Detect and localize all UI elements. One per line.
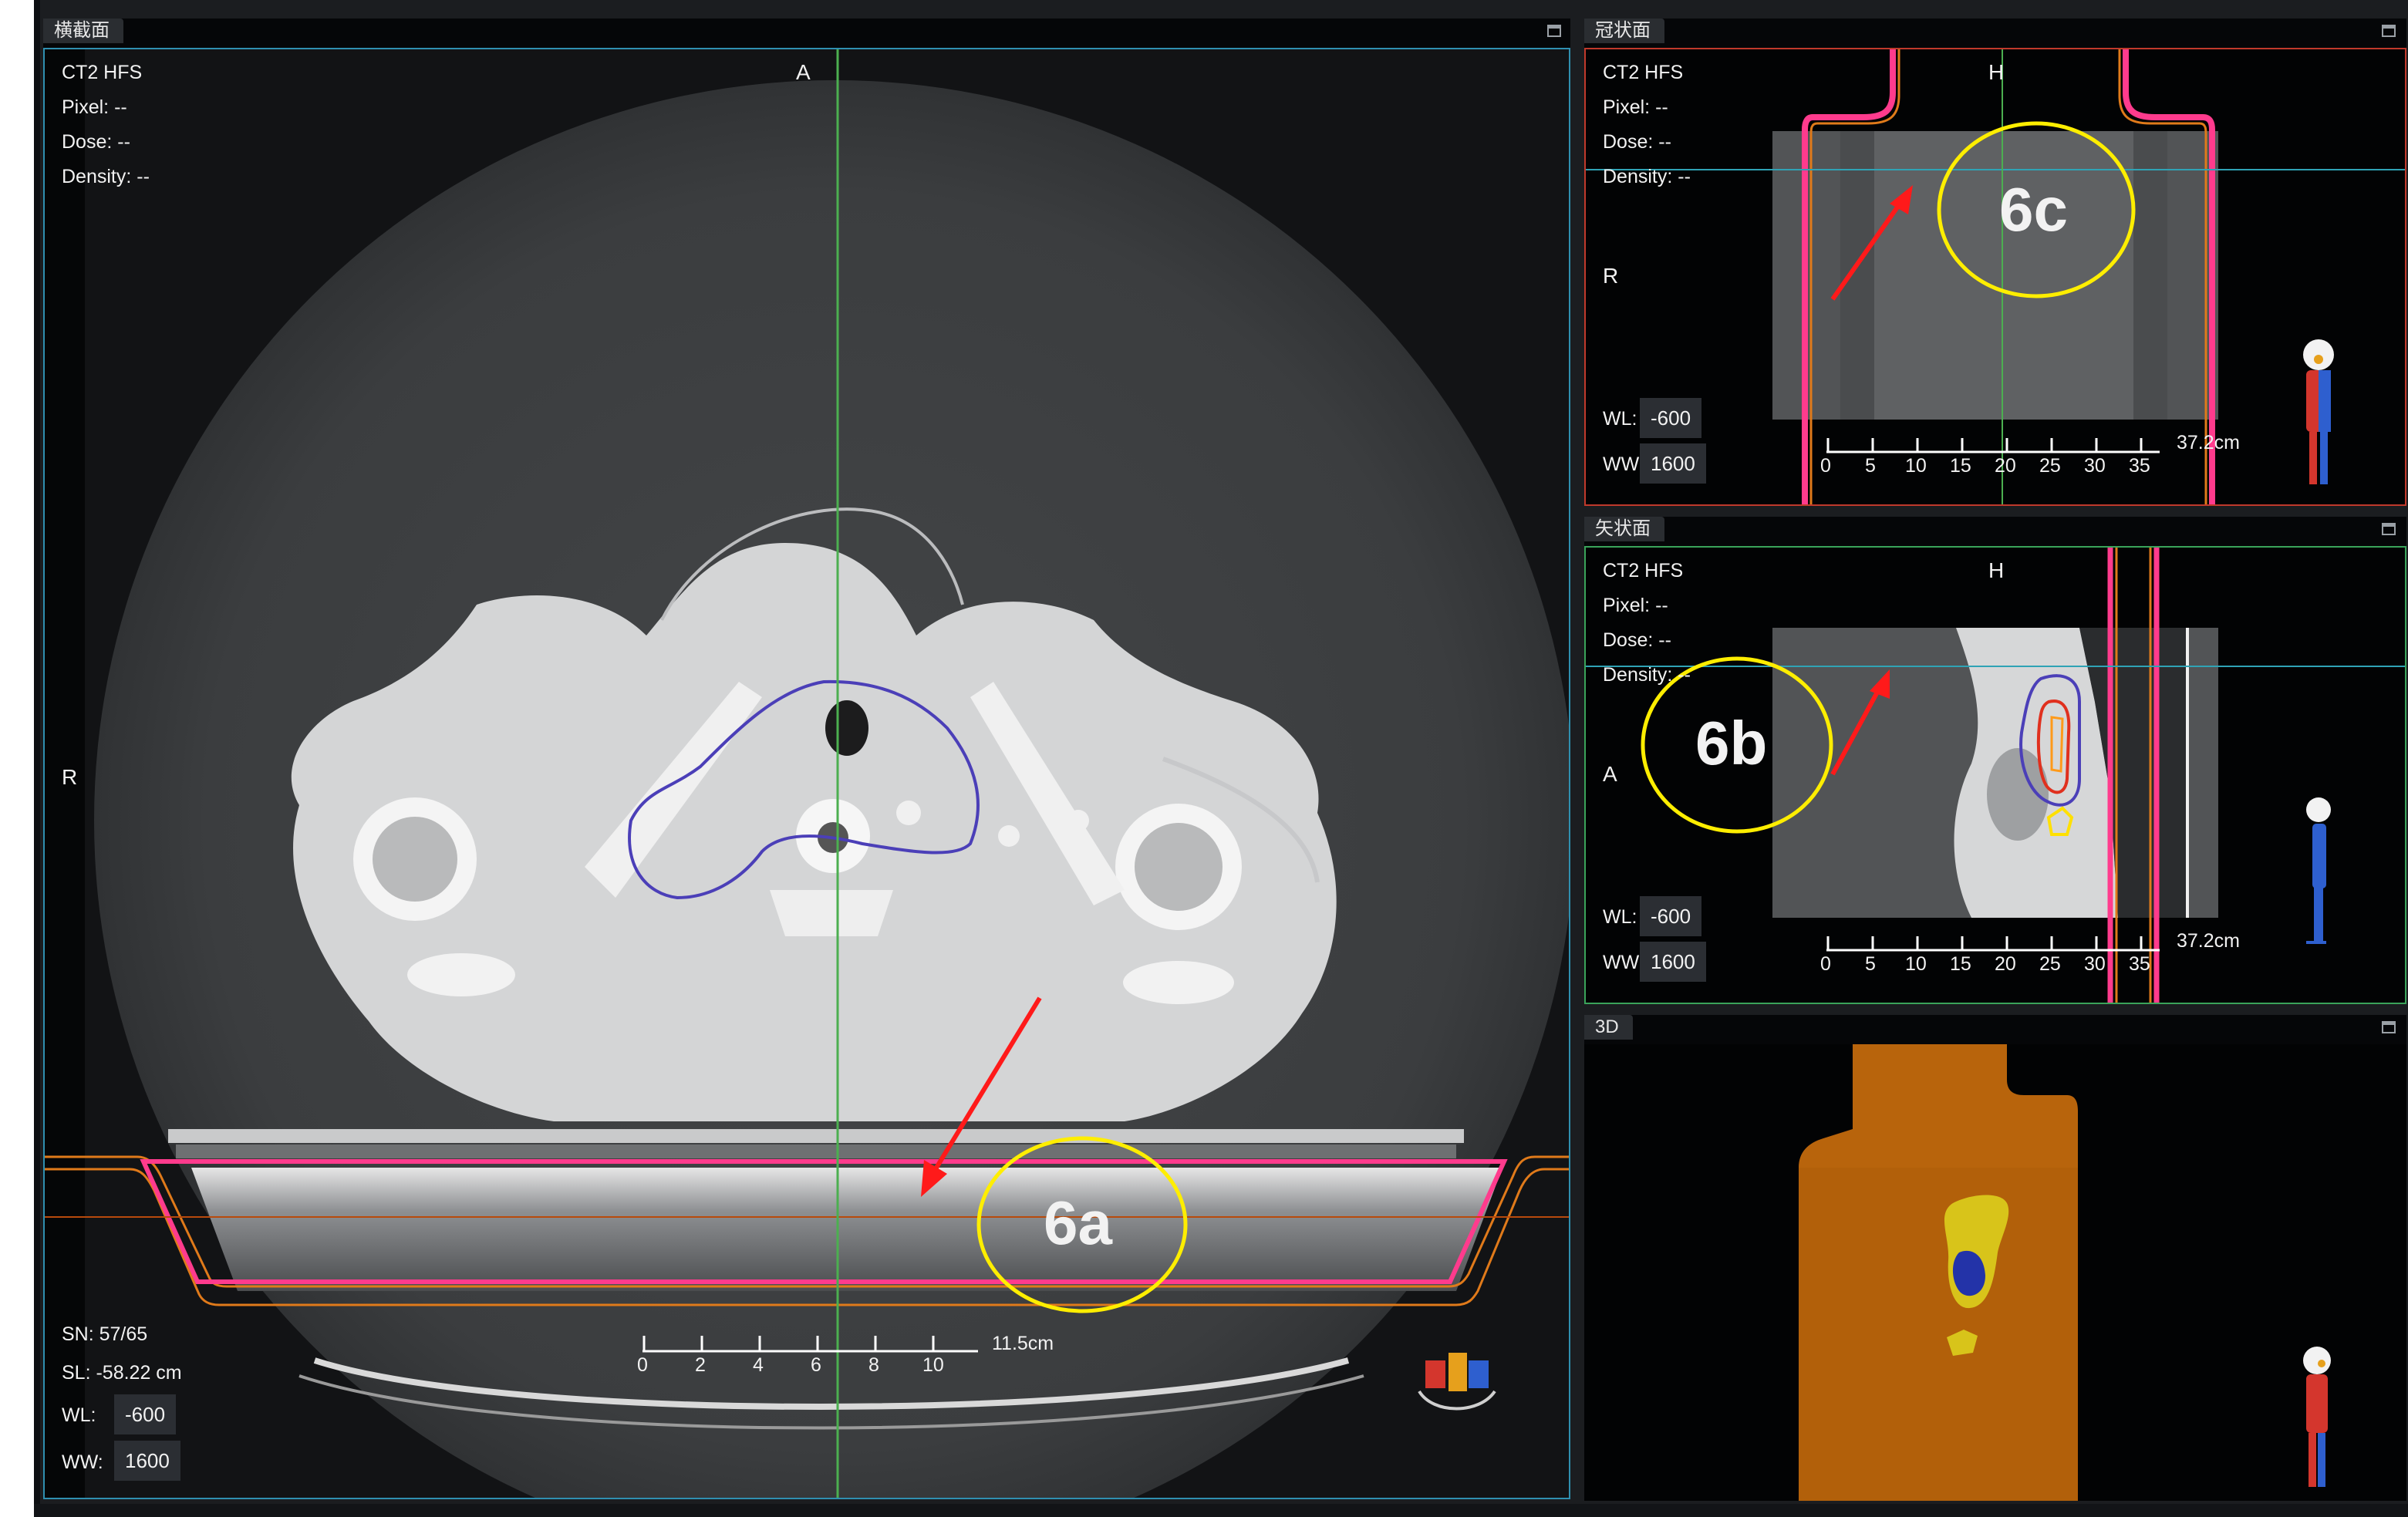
coronal-scale-label: 37.2cm [2177, 432, 2240, 453]
three-d-render [1584, 1044, 2406, 1501]
axial-panel-title: 横截面 [43, 19, 123, 43]
sagittal-scale-tick: 5 [1865, 953, 1876, 975]
coronal-panel: 冠状面 CT2 HFS Pixel: -- Dose: -- Density: … [1584, 19, 2406, 506]
scapula-right [1123, 961, 1234, 1004]
left-edge-strip [34, 0, 40, 1517]
vertebra-process [770, 890, 893, 936]
axial-slice-number: SN: 57/65 [62, 1323, 148, 1345]
sagittal-wl-value[interactable]: -600 [1640, 896, 1702, 936]
maximize-icon[interactable] [2382, 25, 2396, 37]
sagittal-pixel: Pixel: -- [1603, 595, 1668, 616]
coronal-scale-tick: 10 [1905, 455, 1927, 477]
coronal-scale-tick: 30 [2084, 455, 2106, 477]
three-d-panel: 3D [1584, 1015, 2406, 1501]
vessel [998, 825, 1020, 847]
sagittal-scale-tick: 0 [1820, 953, 1831, 975]
axial-series: CT2 HFS [62, 62, 143, 83]
coronal-ww-value[interactable]: 1600 [1640, 443, 1706, 484]
airway [825, 700, 868, 756]
coronal-scale-tick: 5 [1865, 455, 1876, 477]
axial-scale-tick: 8 [868, 1354, 879, 1376]
axial-panel: 横截面 CT2 HFS Pixel: -- Dose: -- Density: … [43, 19, 1570, 1499]
axial-orient-top: A [796, 60, 811, 84]
axial-annotation-label: 6a [1044, 1188, 1112, 1257]
scapula-left [407, 953, 515, 996]
sagittal-series: CT2 HFS [1603, 560, 1684, 582]
vessel [896, 801, 921, 825]
coronal-dose: Dose: -- [1603, 131, 1671, 153]
sagittal-scale-tick: 35 [2129, 953, 2150, 975]
sagittal-ww-value[interactable]: 1600 [1640, 942, 1706, 982]
sagittal-scale-label: 37.2cm [2177, 930, 2240, 952]
coronal-wl-value[interactable]: -600 [1640, 398, 1702, 438]
axial-dose: Dose: -- [62, 131, 130, 153]
coronal-orient-top: H [1988, 60, 2005, 84]
axial-pixel: Pixel: -- [62, 96, 127, 118]
axial-ct-image [45, 49, 1569, 1498]
sagittal-viewport[interactable]: CT2 HFS Pixel: -- Dose: -- Density: -- H… [1584, 546, 2406, 1004]
axial-scale-tick: 2 [695, 1354, 706, 1376]
coronal-annotation-label: 6c [1999, 175, 2068, 244]
sagittal-scale-tick: 15 [1950, 953, 1971, 975]
maximize-icon[interactable] [2382, 1021, 2396, 1033]
coronal-orient-left: R [1603, 264, 1619, 288]
coronal-scale-tick: 20 [1995, 455, 2016, 477]
coronal-ct-image [1586, 49, 2405, 504]
sagittal-dose: Dose: -- [1603, 629, 1671, 651]
coronal-scale-tick: 0 [1820, 455, 1831, 477]
axial-ww-value[interactable]: 1600 [114, 1441, 180, 1481]
axial-scale-tick: 10 [922, 1354, 944, 1376]
coronal-scale-tick: 15 [1950, 455, 1971, 477]
vessel [1067, 810, 1089, 831]
axial-viewport[interactable]: CT2 HFS Pixel: -- Dose: -- Density: -- A… [43, 48, 1570, 1499]
coronal-wl-label: WL: [1603, 408, 1637, 430]
sagittal-panel: 矢状面 CT2 HFS Pixel: -- Dose: -- Density: … [1584, 517, 2406, 1004]
sagittal-ww-label: WW: [1603, 952, 1644, 973]
coronal-density: Density: -- [1603, 166, 1691, 187]
sagittal-orient-top: H [1988, 558, 2005, 582]
three-d-viewport[interactable] [1584, 1044, 2406, 1501]
sagittal-density: Density: -- [1603, 664, 1691, 686]
axial-slice-location: SL: -58.22 cm [62, 1362, 182, 1384]
sagittal-annotation-label: 6b [1695, 709, 1768, 777]
axial-scale-tick: 6 [811, 1354, 821, 1376]
couch-slat [176, 1144, 1456, 1158]
coronal-scale-tick: 35 [2129, 455, 2150, 477]
sagittal-scale-tick: 10 [1905, 953, 1927, 975]
bottom-edge-strip [34, 1504, 2408, 1517]
couch-slat [168, 1129, 1464, 1143]
axial-scale-label: 11.5cm [992, 1333, 1054, 1354]
coronal-panel-title: 冠状面 [1584, 19, 1664, 43]
axial-wl-value[interactable]: -600 [114, 1394, 177, 1434]
sagittal-wl-label: WL: [1603, 906, 1637, 928]
three-d-panel-title: 3D [1584, 1015, 1633, 1040]
axial-density: Density: -- [62, 166, 150, 187]
sagittal-scale-tick: 30 [2084, 953, 2106, 975]
coronal-viewport[interactable]: CT2 HFS Pixel: -- Dose: -- Density: -- H… [1584, 48, 2406, 506]
axial-scale-tick: 0 [637, 1354, 648, 1376]
sagittal-scale-tick: 20 [1995, 953, 2016, 975]
maximize-icon[interactable] [1547, 25, 1561, 37]
coronal-pixel: Pixel: -- [1603, 96, 1668, 118]
coronal-scale-tick: 25 [2039, 455, 2061, 477]
axial-ww-label: WW: [62, 1451, 103, 1473]
couch [191, 1168, 1502, 1291]
sagittal-orient-left: A [1603, 762, 1617, 786]
axial-scale-tick: 4 [753, 1354, 764, 1376]
coronal-series: CT2 HFS [1603, 62, 1684, 83]
maximize-icon[interactable] [2382, 523, 2396, 535]
coronal-ww-label: WW: [1603, 453, 1644, 475]
axial-orient-left: R [62, 765, 78, 789]
sagittal-scale-tick: 25 [2039, 953, 2061, 975]
axial-wl-label: WL: [62, 1404, 96, 1426]
sagittal-panel-title: 矢状面 [1584, 517, 1664, 541]
